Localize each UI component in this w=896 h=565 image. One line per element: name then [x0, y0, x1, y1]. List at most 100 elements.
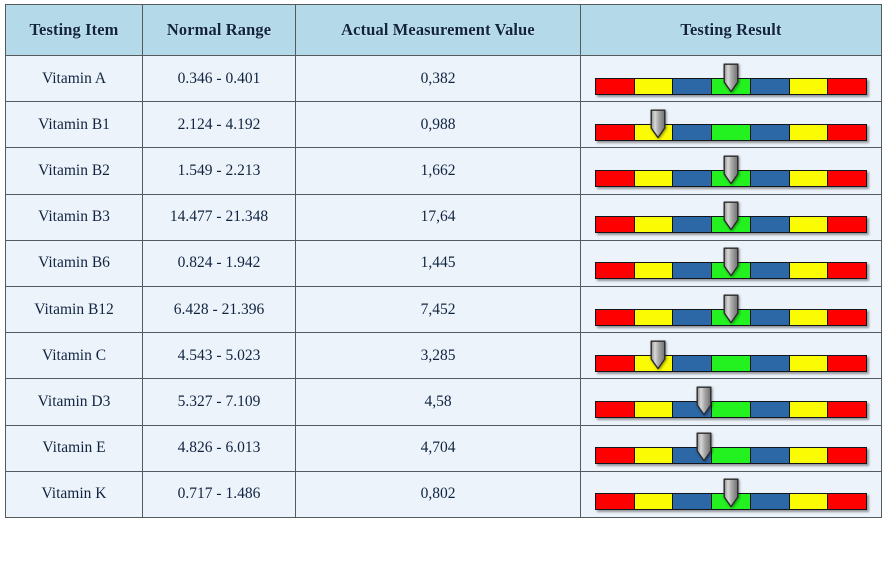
cell-testing-result — [580, 54, 882, 103]
table-row: Vitamin E 4.826 - 6.013 4,704 — [5, 424, 882, 472]
cell-testing-result — [580, 147, 882, 195]
gauge-segment-yellow — [633, 309, 673, 325]
gauge-bar — [595, 447, 867, 465]
gauge-segment-blue — [749, 170, 789, 186]
cell-testing-result — [580, 332, 882, 380]
gauge-segment-blue — [672, 124, 712, 140]
gauge-segment-yellow — [788, 217, 828, 233]
cell-actual-measurement-value: 1,445 — [295, 239, 581, 287]
result-gauge — [595, 197, 867, 237]
cell-testing-result — [580, 101, 882, 149]
cell-testing-item: Vitamin B12 — [5, 285, 143, 334]
gauge-segment-red — [596, 494, 634, 510]
cell-normal-range: 2.124 - 4.192 — [142, 101, 296, 149]
cell-testing-item: Vitamin A — [5, 54, 143, 103]
cell-normal-range: 5.327 - 7.109 — [142, 378, 296, 426]
gauge-segment-red — [596, 401, 634, 417]
gauge-segment-blue — [672, 494, 712, 510]
gauge-segment-red — [827, 124, 867, 140]
cell-normal-range: 14.477 - 21.348 — [142, 193, 296, 241]
cell-testing-item: Vitamin B2 — [5, 147, 143, 195]
pin-marker-icon — [723, 201, 739, 231]
table-row: Vitamin K 0.717 - 1.486 0,802 — [5, 470, 882, 518]
gauge-bar — [595, 354, 867, 372]
gauge-segment-yellow — [788, 309, 828, 325]
gauge-segment-blue — [749, 494, 789, 510]
result-gauge — [595, 290, 867, 330]
gauge-segment-red — [827, 263, 867, 279]
table-row: Vitamin A 0.346 - 0.401 0,382 — [5, 54, 882, 103]
cell-testing-result — [580, 424, 882, 472]
gauge-segment-red — [596, 263, 634, 279]
cell-actual-measurement-value: 7,452 — [295, 285, 581, 334]
gauge-segment-blue — [749, 217, 789, 233]
gauge-segment-red — [827, 217, 867, 233]
gauge-segment-blue — [749, 355, 789, 371]
gauge-segment-green — [711, 355, 750, 371]
gauge-segment-blue — [672, 309, 712, 325]
gauge-segment-yellow — [788, 448, 828, 464]
cell-testing-item: Vitamin B6 — [5, 239, 143, 287]
gauge-segment-blue — [749, 78, 789, 94]
table-row: Vitamin B3 14.477 - 21.348 17,64 — [5, 193, 882, 241]
result-gauge — [595, 382, 867, 422]
gauge-segment-blue — [749, 124, 789, 140]
pin-marker-icon — [723, 294, 739, 324]
cell-actual-measurement-value: 0,382 — [295, 54, 581, 103]
cell-actual-measurement-value: 17,64 — [295, 193, 581, 241]
cell-testing-result — [580, 239, 882, 287]
cell-normal-range: 1.549 - 2.213 — [142, 147, 296, 195]
gauge-segment-red — [596, 124, 634, 140]
result-gauge — [595, 151, 867, 191]
cell-actual-measurement-value: 4,704 — [295, 424, 581, 472]
cell-testing-item: Vitamin B3 — [5, 193, 143, 241]
gauge-segment-red — [596, 448, 634, 464]
gauge-segment-red — [827, 355, 867, 371]
table-row: Vitamin D3 5.327 - 7.109 4,58 — [5, 378, 882, 426]
table-header-row: Testing Item Normal Range Actual Measure… — [5, 4, 882, 56]
gauge-segment-red — [596, 78, 634, 94]
cell-normal-range: 0.346 - 0.401 — [142, 54, 296, 103]
gauge-segment-green — [711, 448, 750, 464]
testing-report-table: Testing Item Normal Range Actual Measure… — [5, 4, 882, 518]
gauge-segment-blue — [749, 263, 789, 279]
gauge-segment-yellow — [633, 494, 673, 510]
testing-report-table-container: Testing Item Normal Range Actual Measure… — [5, 4, 882, 518]
result-gauge — [595, 428, 867, 468]
table-row: Vitamin C 4.543 - 5.023 3,285 — [5, 332, 882, 380]
cell-testing-result — [580, 378, 882, 426]
cell-actual-measurement-value: 3,285 — [295, 332, 581, 380]
table-row: Vitamin B2 1.549 - 2.213 1,662 — [5, 147, 882, 195]
gauge-segment-blue — [749, 448, 789, 464]
pin-marker-icon — [723, 478, 739, 508]
table-body: Vitamin A 0.346 - 0.401 0,382 Vitamin B1 2.1… — [5, 54, 882, 518]
pin-marker-icon — [696, 386, 712, 416]
cell-actual-measurement-value: 0,988 — [295, 101, 581, 149]
table-header: Testing Item Normal Range Actual Measure… — [5, 4, 882, 56]
cell-actual-measurement-value: 0,802 — [295, 470, 581, 518]
gauge-segment-red — [596, 309, 634, 325]
cell-normal-range: 0.824 - 1.942 — [142, 239, 296, 287]
gauge-segment-red — [827, 401, 867, 417]
result-gauge — [595, 243, 867, 283]
cell-actual-measurement-value: 4,58 — [295, 378, 581, 426]
pin-marker-icon — [723, 155, 739, 185]
gauge-segment-yellow — [633, 217, 673, 233]
gauge-segment-red — [596, 355, 634, 371]
gauge-segment-yellow — [788, 170, 828, 186]
cell-testing-result — [580, 285, 882, 334]
gauge-segment-blue — [672, 263, 712, 279]
gauge-segment-red — [827, 78, 867, 94]
gauge-segment-yellow — [633, 401, 673, 417]
cell-testing-item: Vitamin D3 — [5, 378, 143, 426]
gauge-segment-yellow — [788, 494, 828, 510]
cell-testing-result — [580, 193, 882, 241]
column-header-normal-range: Normal Range — [142, 4, 296, 56]
gauge-segment-blue — [749, 309, 789, 325]
cell-testing-item: Vitamin C — [5, 332, 143, 380]
cell-testing-result — [580, 470, 882, 518]
gauge-bar — [595, 400, 867, 418]
column-header-testing-result: Testing Result — [580, 4, 882, 56]
gauge-segment-green — [711, 124, 750, 140]
gauge-segment-red — [596, 217, 634, 233]
